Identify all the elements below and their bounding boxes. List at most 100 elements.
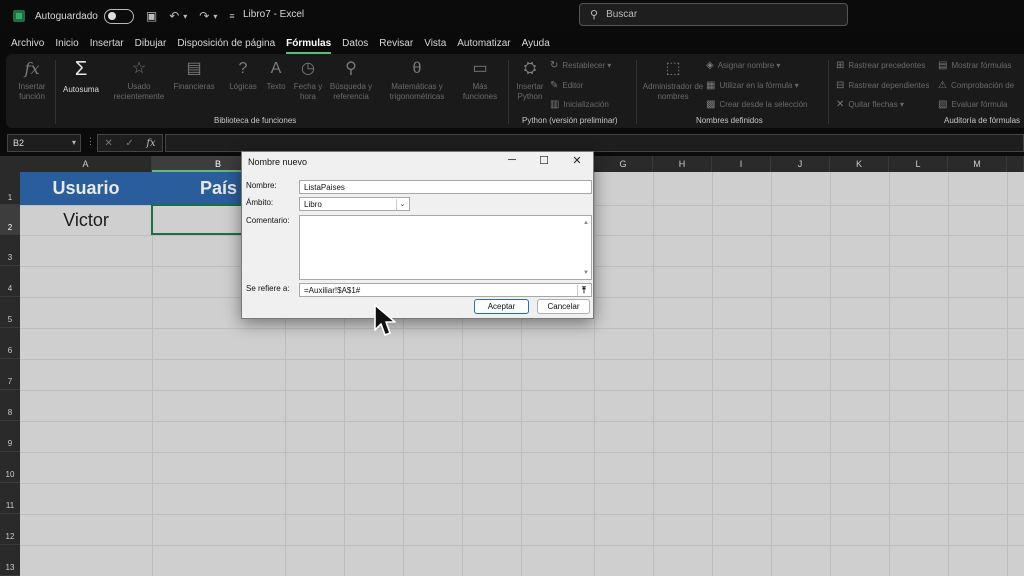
undo-dropdown-icon[interactable]: ▾ xyxy=(183,12,187,21)
tab-ayuda[interactable]: Ayuda xyxy=(522,38,550,51)
column-header-i[interactable]: I xyxy=(712,156,771,172)
maximize-icon[interactable]: ☐ xyxy=(534,154,554,167)
column-header-j[interactable]: J xyxy=(771,156,830,172)
autosum-button[interactable]: Σ Autosuma xyxy=(58,58,104,94)
chevron-down-icon[interactable]: ⌄ xyxy=(396,199,408,210)
column-header-g[interactable]: G xyxy=(594,156,653,172)
close-icon[interactable]: ✕ xyxy=(567,154,587,167)
tab-vista[interactable]: Vista xyxy=(424,38,446,51)
scope-select[interactable]: Libro ⌄ xyxy=(299,197,410,211)
gridline xyxy=(653,172,654,576)
tab-datos[interactable]: Datos xyxy=(342,38,368,51)
fx-icon[interactable]: fx xyxy=(146,138,155,149)
minimize-icon[interactable]: ─ xyxy=(502,154,522,166)
gridline xyxy=(20,328,1024,329)
evaluate-formula-button[interactable]: ▧ Evaluar fórmula xyxy=(938,99,1007,110)
formula-input[interactable] xyxy=(165,134,1024,152)
reset-icon: ↻ xyxy=(550,60,559,71)
trace-precedents-label: Rastrear precedentes xyxy=(848,61,926,70)
scroll-up-icon[interactable]: ▲ xyxy=(583,220,589,226)
row-header-3[interactable]: 3 xyxy=(0,235,20,266)
math-button[interactable]: θ Matemáticas y trigonométricas xyxy=(380,60,454,101)
tab-insertar[interactable]: Insertar xyxy=(90,38,124,51)
group-label-names: Nombres definidos xyxy=(696,116,763,125)
undo-icon[interactable]: ↶ xyxy=(169,9,179,23)
tab-formulas[interactable]: Fórmulas xyxy=(286,38,332,54)
cell-a2[interactable]: Victor xyxy=(20,205,152,235)
initialization-button[interactable]: ▥ Inicialización xyxy=(550,99,609,110)
tab-inicio[interactable]: Inicio xyxy=(55,38,78,51)
column-header-m[interactable]: M xyxy=(948,156,1007,172)
datetime-button[interactable]: ◷ Fecha y hora xyxy=(292,60,324,101)
tab-revisar[interactable]: Revisar xyxy=(379,38,413,51)
recent-button[interactable]: ☆ Usado recientemente xyxy=(110,60,168,101)
autosave-toggle[interactable] xyxy=(103,8,134,24)
more-options-icon[interactable]: ⋮ xyxy=(86,136,95,147)
row-header-9[interactable]: 9 xyxy=(0,421,20,452)
confirm-entry-icon[interactable]: ✓ xyxy=(125,138,133,149)
column-header-l[interactable]: L xyxy=(889,156,948,172)
redo-icon[interactable]: ↷ xyxy=(199,9,209,23)
column-header-a[interactable]: A xyxy=(20,156,152,172)
python-icon: ⛭ xyxy=(523,60,537,77)
customize-toolbar-icon[interactable]: ≡ xyxy=(229,11,234,21)
tab-automatizar[interactable]: Automatizar xyxy=(457,38,510,51)
row-header-4[interactable]: 4 xyxy=(0,266,20,297)
name-box[interactable]: B2 ▾ xyxy=(7,134,81,152)
more-functions-button[interactable]: ▭ Más funciones xyxy=(456,60,504,101)
lookup-button[interactable]: ⚲ Búsqueda y referencia xyxy=(326,60,376,101)
show-formulas-button[interactable]: ▤ Mostrar fórmulas xyxy=(938,60,1011,71)
row-header-11[interactable]: 11 xyxy=(0,483,20,514)
column-header-n[interactable] xyxy=(1007,156,1024,172)
row-header-8[interactable]: 8 xyxy=(0,390,20,421)
tab-disposicion[interactable]: Disposición de página xyxy=(177,38,275,51)
search-box[interactable]: ⚲ Buscar xyxy=(579,3,848,26)
create-from-selection-button[interactable]: ▩ Crear desde la selección xyxy=(706,99,808,110)
trace-dependents-button[interactable]: ⊟ Rastrear dependientes xyxy=(836,80,929,91)
insert-function-label: Insertar función xyxy=(18,82,46,101)
assign-name-button[interactable]: ◈ Asignar nombre ▾ xyxy=(706,60,780,71)
row-header-6[interactable]: 6 xyxy=(0,328,20,359)
datetime-label: Fecha y hora xyxy=(293,82,323,101)
select-all-corner[interactable] xyxy=(0,156,20,172)
redo-dropdown-icon[interactable]: ▾ xyxy=(213,12,217,21)
text-icon: A xyxy=(270,60,282,77)
financial-button[interactable]: ▤ Financieras xyxy=(172,60,216,92)
chevron-down-icon[interactable]: ▾ xyxy=(72,138,76,147)
reset-button[interactable]: ↻ Restablecer ▾ xyxy=(550,60,611,71)
refers-to-input[interactable]: =Auxiliar!$A$1# ⤒ xyxy=(299,283,592,297)
use-in-formula-button[interactable]: ▦ Utilizar en la fórmula ▾ xyxy=(706,80,799,91)
logical-button[interactable]: ? Lógicas xyxy=(224,60,262,92)
row-header-12[interactable]: 12 xyxy=(0,514,20,545)
collapse-dialog-icon[interactable]: ⤒ xyxy=(577,285,590,296)
row-header-5[interactable]: 5 xyxy=(0,297,20,328)
cell-a1[interactable]: Usuario xyxy=(20,172,152,205)
insert-python-button[interactable]: ⛭ Insertar Python xyxy=(510,60,550,101)
row-header-2[interactable]: 2 xyxy=(0,205,20,235)
accept-button[interactable]: Aceptar xyxy=(474,299,529,314)
name-manager-button[interactable]: ⬚ Administrador de nombres xyxy=(642,60,704,101)
row-header-7[interactable]: 7 xyxy=(0,359,20,390)
editor-button[interactable]: ✎ Editor xyxy=(550,80,583,91)
comment-textarea[interactable]: ▲ ▼ xyxy=(299,215,592,280)
cancel-button[interactable]: Cancelar xyxy=(537,299,590,314)
save-icon[interactable]: ▣ xyxy=(146,9,157,23)
cell-b2-selection[interactable] xyxy=(151,204,244,235)
column-header-k[interactable]: K xyxy=(830,156,889,172)
remove-arrows-button[interactable]: ✕ Quitar flechas ▾ xyxy=(836,99,904,110)
error-check-button[interactable]: ⚠ Comprobación de xyxy=(938,80,1014,91)
trace-precedents-button[interactable]: ⊞ Rastrear precedentes xyxy=(836,60,925,71)
gridline xyxy=(20,483,1024,484)
row-header-1[interactable]: 1 xyxy=(0,172,20,205)
tab-dibujar[interactable]: Dibujar xyxy=(135,38,167,51)
tab-archivo[interactable]: Archivo xyxy=(11,38,44,51)
row-header-10[interactable]: 10 xyxy=(0,452,20,483)
text-button[interactable]: A Texto xyxy=(260,60,292,92)
row-header-13[interactable]: 13 xyxy=(0,545,20,576)
name-input[interactable]: ListaPaises xyxy=(299,180,592,194)
insert-function-button[interactable]: fx Insertar función xyxy=(12,59,52,101)
scope-label: Ámbito: xyxy=(246,198,274,207)
scroll-down-icon[interactable]: ▼ xyxy=(583,270,589,276)
cancel-entry-icon[interactable]: ✕ xyxy=(104,138,112,149)
column-header-h[interactable]: H xyxy=(653,156,712,172)
